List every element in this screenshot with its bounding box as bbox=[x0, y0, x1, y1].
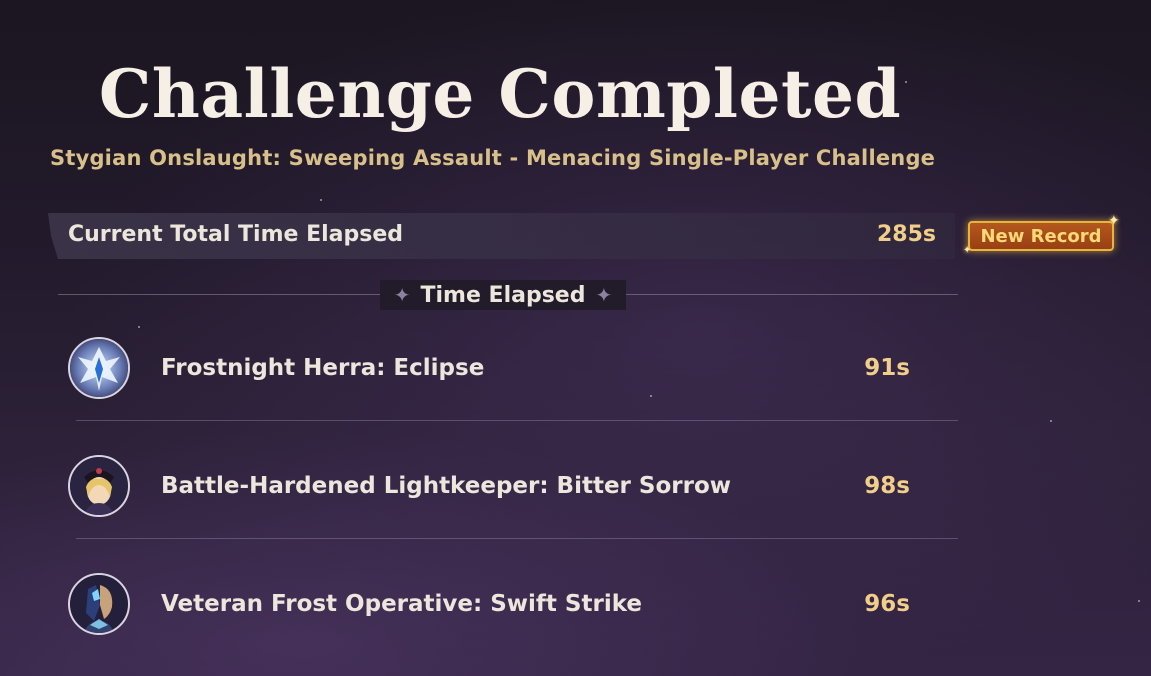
background-star bbox=[1138, 600, 1140, 602]
background-star bbox=[320, 199, 322, 201]
list-item: Veteran Frost Operative: Swift Strike 96… bbox=[68, 571, 958, 641]
enemy-name: Veteran Frost Operative: Swift Strike bbox=[161, 591, 642, 617]
new-record-badge: New Record bbox=[968, 221, 1114, 251]
background-star bbox=[1050, 420, 1052, 422]
frostnight-herra-icon bbox=[68, 337, 130, 399]
sparkle-icon: ✦ bbox=[963, 245, 972, 256]
total-time-value: 285s bbox=[876, 222, 936, 247]
total-time-label: Current Total Time Elapsed bbox=[68, 222, 404, 247]
page-title: Challenge Completed bbox=[98, 55, 902, 133]
enemy-time: 98s bbox=[864, 473, 910, 499]
challenge-subtitle: Stygian Onslaught: Sweeping Assault - Me… bbox=[50, 146, 936, 170]
section-header: ✦ Time Elapsed ✦ bbox=[380, 280, 626, 310]
enemy-time: 91s bbox=[864, 355, 910, 381]
section-label: Time Elapsed bbox=[420, 282, 586, 308]
list-item: Battle-Hardened Lightkeeper: Bitter Sorr… bbox=[68, 453, 958, 523]
enemy-name: Battle-Hardened Lightkeeper: Bitter Sorr… bbox=[161, 473, 732, 499]
sparkle-icon: ✦ bbox=[1108, 213, 1120, 229]
four-point-star-icon: ✦ bbox=[393, 283, 411, 307]
enemy-name: Frostnight Herra: Eclipse bbox=[161, 355, 485, 381]
frost-operative-icon bbox=[68, 573, 130, 635]
row-divider bbox=[76, 538, 958, 539]
four-point-star-icon: ✦ bbox=[595, 283, 613, 307]
enemy-time: 96s bbox=[864, 591, 910, 617]
new-record-label: New Record bbox=[980, 225, 1102, 247]
background-star bbox=[138, 326, 140, 328]
row-divider bbox=[76, 420, 958, 421]
list-item: Frostnight Herra: Eclipse 91s bbox=[68, 335, 958, 405]
lightkeeper-icon bbox=[68, 455, 130, 517]
